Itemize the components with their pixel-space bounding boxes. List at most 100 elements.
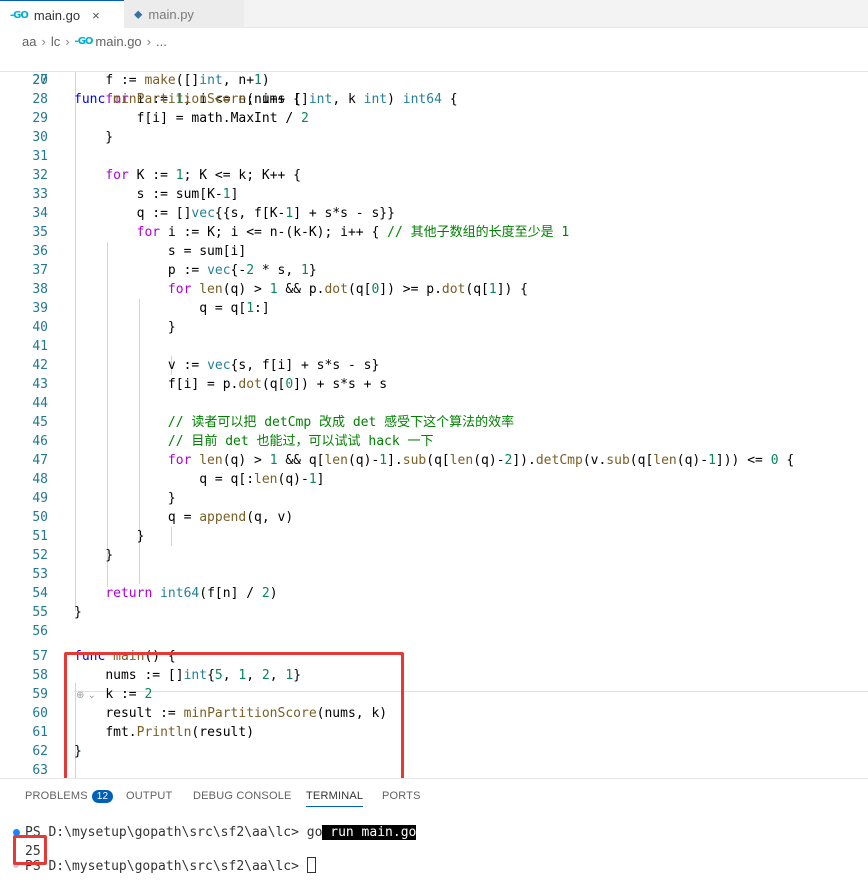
code-text: s = sum[i]: [167, 244, 247, 259]
code-line[interactable]: 52 }: [0, 546, 868, 565]
line-number: 55: [32, 605, 48, 620]
code-text: f[i] = p.dot(q[0]) + s*s + s: [167, 377, 388, 392]
line-number: 43: [32, 377, 48, 392]
code-line[interactable]: 40 }: [0, 318, 868, 337]
code-line[interactable]: 41: [0, 337, 868, 356]
tab-problems[interactable]: PROBLEMS 12: [25, 790, 114, 803]
line-number: 49: [32, 491, 48, 506]
code-line[interactable]: 56: [0, 622, 868, 641]
code-line[interactable]: 48 q = q[:len(q)-1]: [0, 470, 868, 489]
line-number: 33: [32, 187, 48, 202]
line-number: 41: [32, 339, 48, 354]
line-number: 48: [32, 472, 48, 487]
line-number: 30: [32, 130, 48, 145]
line-number: 34: [32, 206, 48, 221]
code-line[interactable]: 49 }: [0, 489, 868, 508]
code-text: return int64(f[n] / 2): [105, 586, 278, 601]
line-number: 61: [32, 725, 48, 740]
line-number: 62: [32, 744, 48, 759]
go-file-icon: -GO: [10, 9, 29, 21]
breadcrumb-item-more[interactable]: ...: [156, 34, 167, 49]
line-number: 47: [32, 453, 48, 468]
chevron-right-icon: ›: [146, 33, 151, 49]
line-number: 40: [32, 320, 48, 335]
code-line[interactable]: 45 // 读者可以把 detCmp 改成 det 感受下这个算法的效率: [0, 413, 868, 432]
code-line[interactable]: 43 f[i] = p.dot(q[0]) + s*s + s: [0, 375, 868, 394]
breadcrumb: aa › lc › -GO main.go › ...: [0, 30, 167, 52]
problems-count-badge: 12: [91, 790, 114, 803]
code-text: s := sum[K-1]: [136, 187, 239, 202]
code-line[interactable]: 51 }: [0, 527, 868, 546]
code-line[interactable]: 27 f := make([]int, n+1): [0, 71, 868, 90]
code-text: f := make([]int, n+1): [105, 73, 270, 88]
code-line[interactable]: 32 for K := 1; K <= k; K++ {: [0, 166, 868, 185]
main-function-highlight: [64, 652, 404, 781]
line-number: 39: [32, 301, 48, 316]
tab-output[interactable]: OUTPUT: [126, 790, 172, 802]
code-line[interactable]: 31: [0, 147, 868, 166]
code-line[interactable]: 53: [0, 565, 868, 584]
code-text: }: [74, 320, 176, 335]
code-line[interactable]: 42 v := vec{s, f[i] + s*s - s}: [0, 356, 868, 375]
tab-ports[interactable]: PORTS: [382, 790, 421, 802]
line-number: 52: [32, 548, 48, 563]
code-text: }: [74, 548, 114, 563]
code-text: f[i] = math.MaxInt / 2: [136, 111, 309, 126]
tab-main-go[interactable]: -GO main.go ×: [0, 0, 124, 29]
code-line[interactable]: 35 for i := K; i <= n-(k-K); i++ { // 其他…: [0, 223, 868, 242]
tab-main-go-label: main.go: [33, 7, 81, 23]
code-line[interactable]: 38 for len(q) > 1 && p.dot(q[0]) >= p.do…: [0, 280, 868, 299]
tab-terminal[interactable]: TERMINAL: [306, 790, 364, 807]
code-text: func minPartitionScore(nums []int, k int…: [74, 92, 458, 107]
code-line[interactable]: 50 q = append(q, v): [0, 508, 868, 527]
code-line[interactable]: 33 s := sum[K-1]: [0, 185, 868, 204]
line-number: 56: [32, 624, 48, 639]
code-line[interactable]: 36 s = sum[i]: [0, 242, 868, 261]
terminal-prompt: PS D:\mysetup\gopath\src\sf2\aa\lc>: [25, 859, 307, 874]
line-number: 44: [32, 396, 48, 411]
close-icon[interactable]: ×: [92, 8, 100, 23]
code-text: }: [74, 605, 82, 620]
code-line[interactable]: 46 // 目前 det 也能过，可以试试 hack 一下: [0, 432, 868, 451]
line-number: 60: [32, 706, 48, 721]
tab-debug-console[interactable]: DEBUG CONSOLE: [193, 790, 292, 802]
code-line[interactable]: 47 for len(q) > 1 && q[len(q)-1].sub(q[l…: [0, 451, 868, 470]
code-line[interactable]: 44: [0, 394, 868, 413]
line-number: 36: [32, 244, 48, 259]
code-line[interactable]: 54 return int64(f[n] / 2): [0, 584, 868, 603]
code-line[interactable]: 37 p := vec{-2 * s, 1}: [0, 261, 868, 280]
breadcrumb-item-file[interactable]: main.go: [95, 34, 141, 49]
sticky-scroll-line[interactable]: 20 func minPartitionScore(nums []int, k …: [0, 52, 868, 107]
code-text: for i := K; i <= n-(k-K); i++ { // 其他子数组…: [136, 225, 570, 240]
terminal-command-args: run main.go: [322, 825, 417, 840]
code-text: }: [74, 529, 145, 544]
code-text: for len(q) > 1 && q[len(q)-1].sub(q[len(…: [167, 453, 795, 468]
code-text: // 读者可以把 detCmp 改成 det 感受下这个算法的效率: [167, 415, 515, 430]
code-text: p := vec{-2 * s, 1}: [167, 263, 317, 278]
line-number: 46: [32, 434, 48, 449]
terminal-line-prompt[interactable]: PS D:\mysetup\gopath\src\sf2\aa\lc>: [25, 857, 316, 876]
go-file-icon: -GO: [74, 35, 94, 47]
code-text: q = q[:len(q)-1]: [199, 472, 325, 487]
code-text: // 目前 det 也能过，可以试试 hack 一下: [167, 434, 434, 449]
line-number: 42: [32, 358, 48, 373]
editor-tab-bar: -GO main.go × ⬥ main.py: [0, 0, 868, 29]
line-number: 51: [32, 529, 48, 544]
code-line[interactable]: 30 }: [0, 128, 868, 147]
code-line[interactable]: 39 q = q[1:]: [0, 299, 868, 318]
python-file-icon: ⬥: [134, 6, 143, 21]
breadcrumb-item-lc[interactable]: lc: [51, 34, 60, 49]
terminal-prompt: PS D:\mysetup\gopath\src\sf2\aa\lc>: [25, 825, 307, 840]
code-text: v := vec{s, f[i] + s*s - s}: [167, 358, 380, 373]
code-line[interactable]: 34 q := []vec{{s, f[K-1] + s*s - s}}: [0, 204, 868, 223]
code-line[interactable]: 29 f[i] = math.MaxInt / 2: [0, 109, 868, 128]
code-line[interactable]: 55}: [0, 603, 868, 622]
line-number: 31: [32, 149, 48, 164]
code-text: q = append(q, v): [167, 510, 294, 525]
breadcrumb-item-aa[interactable]: aa: [22, 34, 36, 49]
tab-main-py[interactable]: ⬥ main.py: [124, 0, 244, 28]
code-text: for len(q) > 1 && p.dot(q[0]) >= p.dot(q…: [167, 282, 529, 297]
terminal-line-command[interactable]: PS D:\mysetup\gopath\src\sf2\aa\lc> go r…: [25, 823, 417, 842]
terminal-command-go: go: [306, 825, 323, 840]
code-text: }: [74, 130, 114, 145]
